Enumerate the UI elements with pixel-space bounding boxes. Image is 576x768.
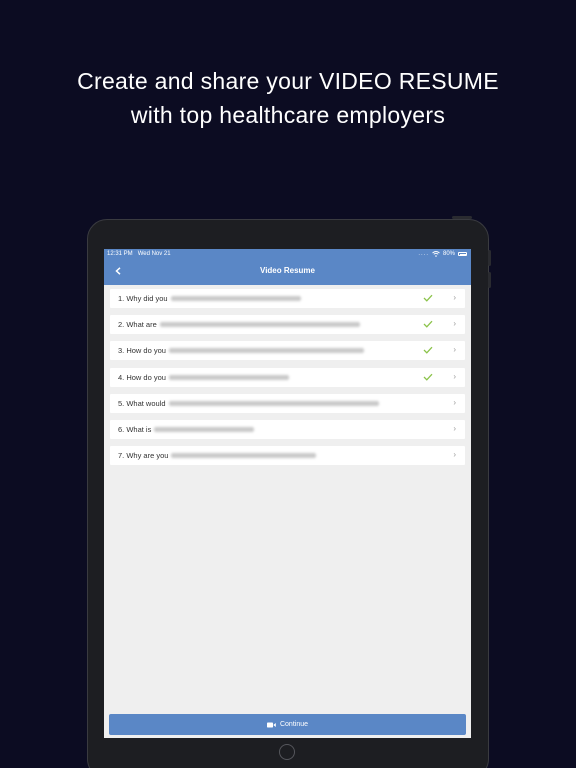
status-time: 12:31 PM: [107, 251, 133, 257]
question-label: 5. What would: [118, 398, 166, 408]
question-text-blurred: [154, 426, 255, 432]
question-label: 6. What is: [118, 424, 152, 434]
chevron-right-icon: ›: [453, 371, 456, 381]
page-title: Video Resume: [260, 266, 315, 275]
question-row[interactable]: 4. How do you ›: [110, 367, 465, 387]
question-text-blurred: [171, 453, 317, 459]
question-label: 7. Why are you: [118, 451, 169, 461]
question-text-blurred: [168, 374, 289, 380]
wifi-icon: [432, 251, 440, 257]
question-row[interactable]: 3. How do you ›: [110, 341, 465, 361]
question-text-blurred: [170, 296, 301, 301]
battery-icon: [458, 252, 467, 256]
question-label: 4. How do you: [118, 372, 166, 382]
question-row[interactable]: 6. What is ›: [110, 419, 465, 439]
status-bar-right: .... 80%: [418, 251, 467, 257]
ipad-home-button: [279, 744, 295, 760]
headline: Create and share your VIDEO RESUME with …: [0, 64, 576, 132]
video-camera-icon: [266, 722, 276, 727]
ipad-volume-down: [488, 272, 491, 288]
status-date: Wed Nov 21: [137, 251, 171, 257]
question-row[interactable]: 1. Why did you ›: [110, 289, 465, 308]
question-text-blurred: [168, 348, 364, 354]
continue-label: Continue: [279, 721, 309, 728]
chevron-right-icon: ›: [453, 423, 456, 433]
question-list: 1. Why did you › 2. What are › 3. How do you…: [110, 289, 465, 472]
ipad-top-button: [452, 216, 472, 219]
checkmark-icon: [423, 373, 433, 381]
headline-line-2: with top healthcare employers: [130, 102, 446, 128]
chevron-right-icon: ›: [453, 293, 456, 302]
question-label: 3. How do you: [118, 346, 166, 356]
question-text-blurred: [168, 400, 379, 406]
question-text-blurred: [159, 322, 360, 328]
chevron-right-icon: ›: [453, 397, 456, 407]
question-label: 1. Why did you: [118, 294, 168, 303]
question-row[interactable]: 7. Why are you ›: [110, 446, 465, 466]
headline-line-1: Create and share your VIDEO RESUME: [77, 68, 499, 94]
battery-percent: 80%: [442, 251, 455, 257]
question-label: 2. What are: [118, 320, 157, 330]
app-screen: 12:31 PM Wed Nov 21 .... 80% Video Resum…: [104, 249, 471, 738]
checkmark-icon: [423, 347, 433, 355]
checkmark-icon: [423, 320, 433, 328]
continue-button[interactable]: Continue: [109, 714, 466, 735]
question-row[interactable]: 5. What would ›: [110, 393, 465, 413]
signal-dots-icon: ....: [418, 251, 429, 257]
chevron-right-icon: ›: [453, 319, 456, 329]
question-row[interactable]: 2. What are ›: [110, 315, 465, 335]
nav-bar: 12:31 PM Wed Nov 21 .... 80% Video Resum…: [104, 249, 471, 285]
checkmark-icon: [423, 294, 433, 302]
ipad-volume-up: [488, 250, 491, 266]
chevron-right-icon: ›: [453, 450, 456, 460]
status-bar-left: 12:31 PM Wed Nov 21: [107, 251, 171, 257]
chevron-right-icon: ›: [453, 345, 456, 355]
